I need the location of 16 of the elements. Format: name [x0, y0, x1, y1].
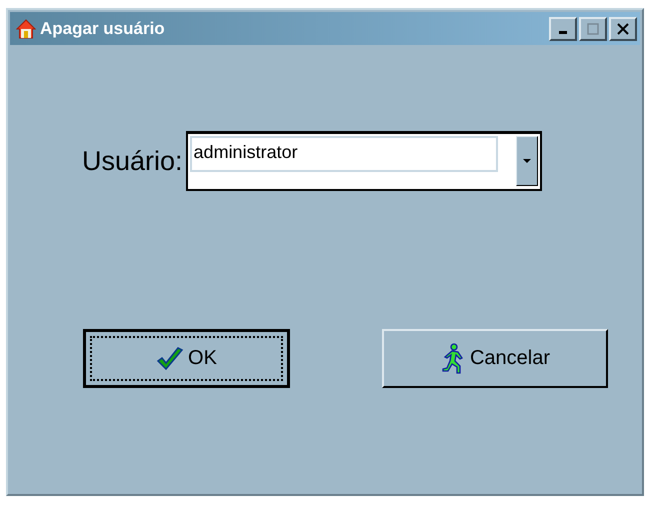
close-button[interactable]: [609, 16, 637, 40]
window-title: Apagar usuário: [40, 18, 166, 38]
maximize-button[interactable]: [579, 16, 607, 40]
house-icon: [16, 18, 36, 38]
running-person-icon: [440, 342, 466, 374]
user-dropdown[interactable]: administrator: [186, 131, 542, 191]
minimize-icon: [559, 31, 567, 34]
checkmark-icon: [156, 346, 184, 372]
ok-button[interactable]: OK: [83, 329, 290, 388]
maximize-icon: [587, 22, 599, 34]
user-label: Usuário:: [82, 146, 183, 176]
caret-icon: [522, 158, 531, 164]
minimize-button[interactable]: [549, 16, 577, 40]
cancel-button[interactable]: Cancelar: [382, 329, 608, 388]
close-icon: [617, 22, 629, 34]
dropdown-arrow-button[interactable]: [516, 136, 538, 186]
